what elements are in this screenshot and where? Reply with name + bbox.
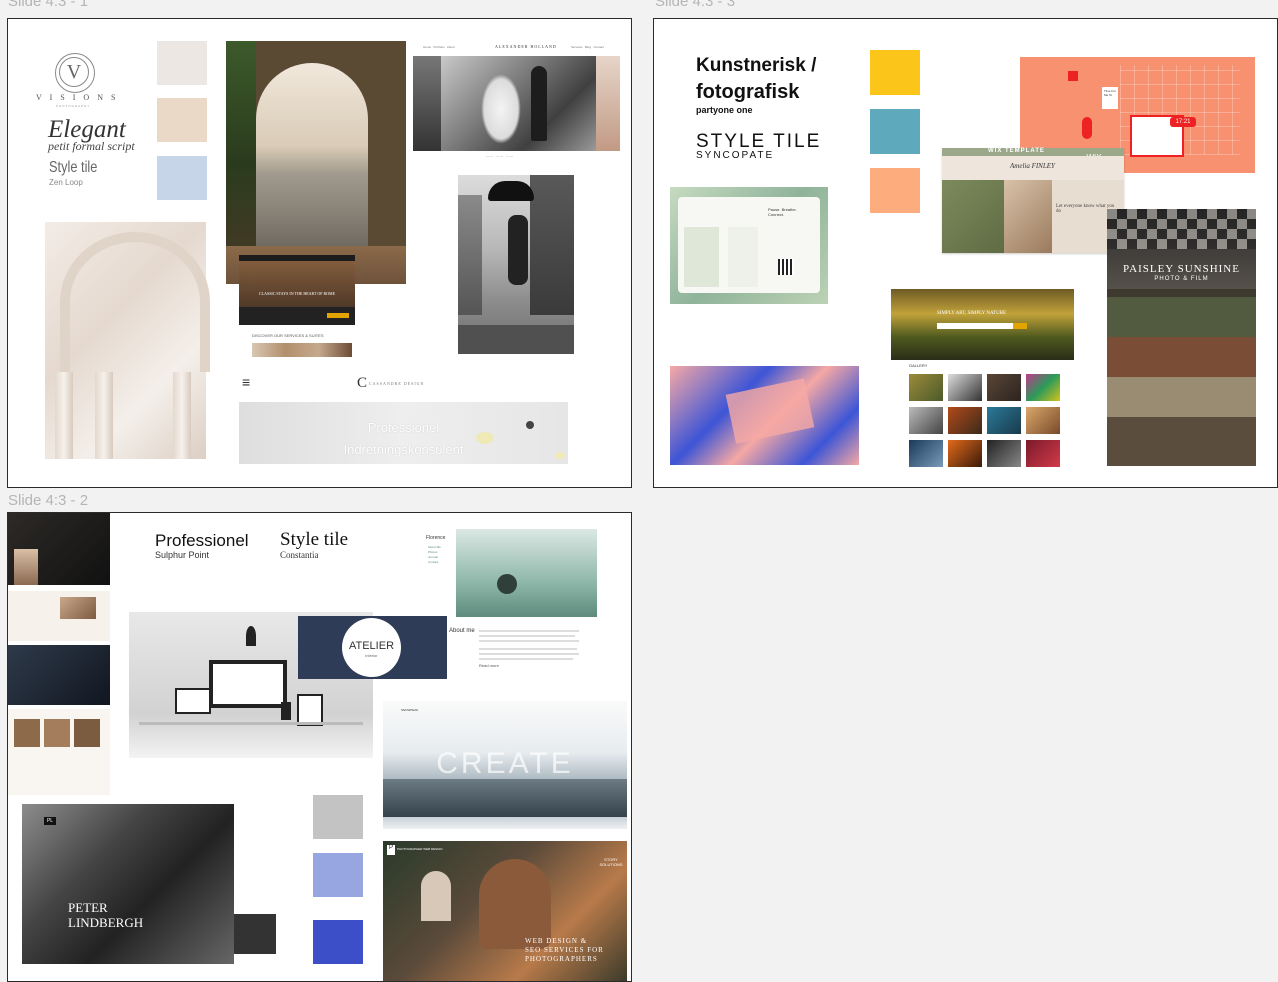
create-brand: SNOWPEAK <box>401 708 419 712</box>
pin-icon <box>1068 71 1078 81</box>
color-swatch-3[interactable] <box>870 168 920 213</box>
sticky-note: Time For Me To <box>1102 87 1118 109</box>
hotel-headline: CLASSIC STAYS IN THE HEART OF ROME <box>258 291 336 296</box>
amelia-wix-screenshot[interactable]: WIX TEMPLATE WIX Amelia FINLEY Let every… <box>942 148 1124 253</box>
architecture-image[interactable] <box>45 222 210 459</box>
wedding-image-right <box>596 56 620 151</box>
style-tile-sub: Zen Loop <box>49 178 83 187</box>
duotone-website-image[interactable] <box>670 366 859 465</box>
font-1-sub: Sulphur Point <box>155 550 210 560</box>
florence-links: About Me Photos Journal Contact <box>428 545 441 564</box>
style-tile-title: Style tile <box>49 159 98 176</box>
visions-logo-icon: V <box>55 53 95 93</box>
slide-2-frame[interactable]: Professionel Sulphur Point Style tile Co… <box>7 512 632 982</box>
calm-website-screenshot[interactable]: Pause. Breathe. Connect. <box>670 187 828 304</box>
florence-title: Florence <box>426 535 446 541</box>
atelier-logo-block[interactable]: ATELIER interior <box>298 616 447 679</box>
banner-line-2: Indretningskonsulent <box>343 442 464 457</box>
pl-logo: PL <box>44 817 56 825</box>
about-read-more-link[interactable]: Read more <box>479 663 499 668</box>
script-font-sub: petit formal script <box>48 139 135 153</box>
web-headline: WEB DESIGN & SEO SERVICES FOR PHOTOGRAPH… <box>525 937 604 963</box>
gallery-label: GALLERY <box>909 363 928 368</box>
nature-hero-screenshot[interactable]: SIMPLY ART, SIMPLY NATURE <box>891 283 1074 360</box>
wix-time: 17:21 <box>1170 117 1196 127</box>
lamp-shade-small-icon <box>555 452 565 459</box>
color-swatch-1[interactable] <box>157 41 207 85</box>
peter-name: PETER LINDBERGH <box>68 900 144 930</box>
web-logo-icon: P <box>387 845 395 855</box>
paisley-sub: PHOTO & FILM <box>1154 276 1209 282</box>
hero-search-input[interactable] <box>937 323 1013 329</box>
qr-code-icon <box>778 259 794 275</box>
hero-search-button[interactable] <box>1013 323 1027 329</box>
hamburger-menu-icon[interactable]: ≡ <box>242 374 250 390</box>
hotel-gallery-strip <box>252 343 352 357</box>
umbrella-woman-image[interactable] <box>458 175 574 354</box>
about-title: About me <box>449 628 475 634</box>
title-font-name: partyone one <box>696 105 753 115</box>
figure-icon <box>1082 117 1092 139</box>
web-brand: PHOTOGRAPHER WEB DESIGN <box>397 847 443 851</box>
color-swatch-3[interactable] <box>313 920 363 964</box>
interior-consultant-banner[interactable]: Professionel Indretningskonsulent <box>239 402 568 464</box>
font-1-name: Professionel <box>155 531 249 550</box>
title-line-2: fotografisk <box>696 81 800 103</box>
color-swatch-1[interactable] <box>313 795 363 839</box>
font-2-name: Style tile <box>280 529 349 550</box>
hero-text: SIMPLY ART, SIMPLY NATURE <box>937 311 1007 316</box>
florence-camera-screenshot[interactable]: Florence About Me Photos Journal Contact <box>412 529 597 617</box>
left-website-column[interactable] <box>8 513 110 795</box>
lamp-shade-icon <box>476 432 494 444</box>
atelier-name: ATELIER <box>348 640 395 652</box>
wedding-couple-image[interactable] <box>441 56 596 151</box>
amelia-name: Amelia FINLEY <box>1010 162 1055 170</box>
pendant-lamp-icon <box>246 626 256 646</box>
peter-lindbergh-screenshot[interactable]: PL PETER LINDBERGH <box>22 804 276 964</box>
color-swatch-3[interactable] <box>157 156 207 200</box>
camera-lens-icon <box>497 574 517 594</box>
frame-label-slide-1[interactable]: Slide 4:3 - 1 <box>8 0 88 10</box>
title-line-1: Kunstnerisk / <box>696 55 817 76</box>
monitor-icon <box>209 660 287 708</box>
hotel-subheading: DISCOVER OUR SERVICES & SUITES <box>252 333 324 338</box>
paisley-sunshine-screenshot[interactable]: PAISLEY SUNSHINE PHOTO & FILM <box>1107 209 1256 466</box>
web-side-text: STORY SOLUTIONS <box>599 857 623 867</box>
brand-name: V I S I O N S <box>36 93 119 102</box>
web-design-screenshot[interactable]: P PHOTOGRAPHER WEB DESIGN STORY SOLUTION… <box>383 841 627 981</box>
laptop-icon <box>175 688 211 714</box>
hotel-book-button[interactable] <box>327 313 349 318</box>
wedding-image-left <box>413 56 441 151</box>
color-swatch-1[interactable] <box>870 50 920 95</box>
lamp-bulb-icon <box>526 421 534 429</box>
terrace-arches-image[interactable] <box>226 41 406 284</box>
gallery-grid[interactable] <box>909 374 1062 470</box>
cassandre-logo-icon: C <box>357 375 368 391</box>
brand-sub: PHOTOGRAPHY <box>56 104 91 108</box>
slide-1-frame[interactable]: V V I S I O N S PHOTOGRAPHY Elegant peti… <box>7 18 632 488</box>
atelier-sub: interior <box>365 653 378 658</box>
wedding-site-header: Home Portfolio About ALEXANDER HOLLAND S… <box>423 44 604 49</box>
color-swatch-2[interactable] <box>870 109 920 154</box>
color-swatch-2[interactable] <box>313 853 363 897</box>
create-text: CREATE <box>436 747 574 780</box>
frame-label-slide-2[interactable]: Slide 4:3 - 2 <box>8 492 88 509</box>
font-2-sub: Constantia <box>280 550 319 560</box>
slide-3-frame[interactable]: Kunstnerisk / fotografisk partyone one S… <box>653 18 1278 488</box>
cassandre-logo-text: CASSANDRE DESIGN <box>369 381 425 386</box>
banner-line-1: Professionel <box>367 420 440 435</box>
style-tile-sub: SYNCOPATE <box>696 150 775 161</box>
color-swatch-2[interactable] <box>157 98 207 142</box>
phone-icon <box>281 702 291 720</box>
paisley-title: PAISLEY SUNSHINE <box>1123 263 1240 275</box>
wix-template-title: WIX TEMPLATE <box>988 148 1045 154</box>
frame-label-slide-3[interactable]: Slide 4:3 - 3 <box>655 0 735 10</box>
create-mountain-screenshot[interactable]: SNOWPEAK CREATE <box>383 701 627 829</box>
hotel-website-screenshot[interactable]: CLASSIC STAYS IN THE HEART OF ROME <box>239 255 355 325</box>
